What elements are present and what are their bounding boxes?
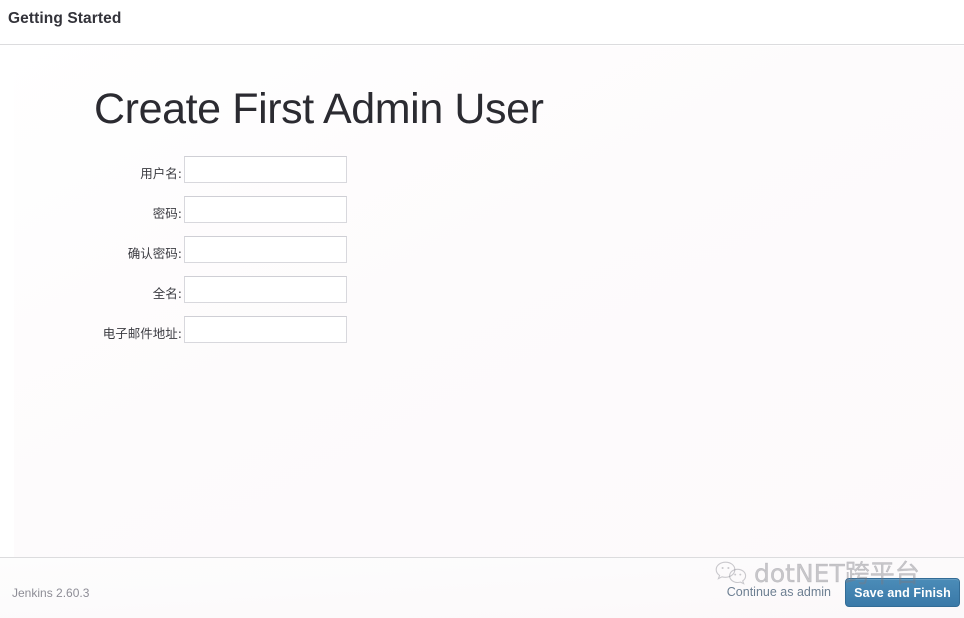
form-row-email-address: 电子邮件地址: (0, 316, 964, 356)
page-heading: Getting Started (8, 10, 122, 27)
input-email-address[interactable] (184, 316, 347, 343)
form-row-username: 用户名: (0, 156, 964, 196)
footer-bar: Jenkins 2.60.3 Continue as admin (0, 557, 964, 618)
label-username: 用户名: (140, 166, 182, 181)
admin-user-form: 用户名: 密码: 确认密码: 全名: 电子邮件地址: (0, 156, 964, 356)
label-full-name: 全名: (152, 286, 182, 301)
input-password[interactable] (184, 196, 347, 223)
jenkins-version-label: Jenkins 2.60.3 (12, 586, 90, 600)
label-confirm-password: 确认密码: (127, 246, 182, 261)
continue-as-admin-link[interactable]: Continue as admin (727, 585, 831, 599)
label-email-address: 电子邮件地址: (102, 326, 182, 341)
form-row-confirm-password: 确认密码: (0, 236, 964, 276)
label-password: 密码: (152, 206, 182, 221)
input-username[interactable] (184, 156, 347, 183)
input-confirm-password[interactable] (184, 236, 347, 263)
header-bar: Getting Started (0, 0, 964, 45)
main-content: Create First Admin User 用户名: 密码: 确认密码: 全… (0, 46, 964, 557)
input-full-name[interactable] (184, 276, 347, 303)
form-row-full-name: 全名: (0, 276, 964, 316)
page-title: Create First Admin User (94, 85, 544, 133)
setup-wizard-page: Getting Started Create First Admin User … (0, 0, 964, 618)
save-and-finish-button[interactable]: Save and Finish (845, 578, 960, 607)
form-row-password: 密码: (0, 196, 964, 236)
